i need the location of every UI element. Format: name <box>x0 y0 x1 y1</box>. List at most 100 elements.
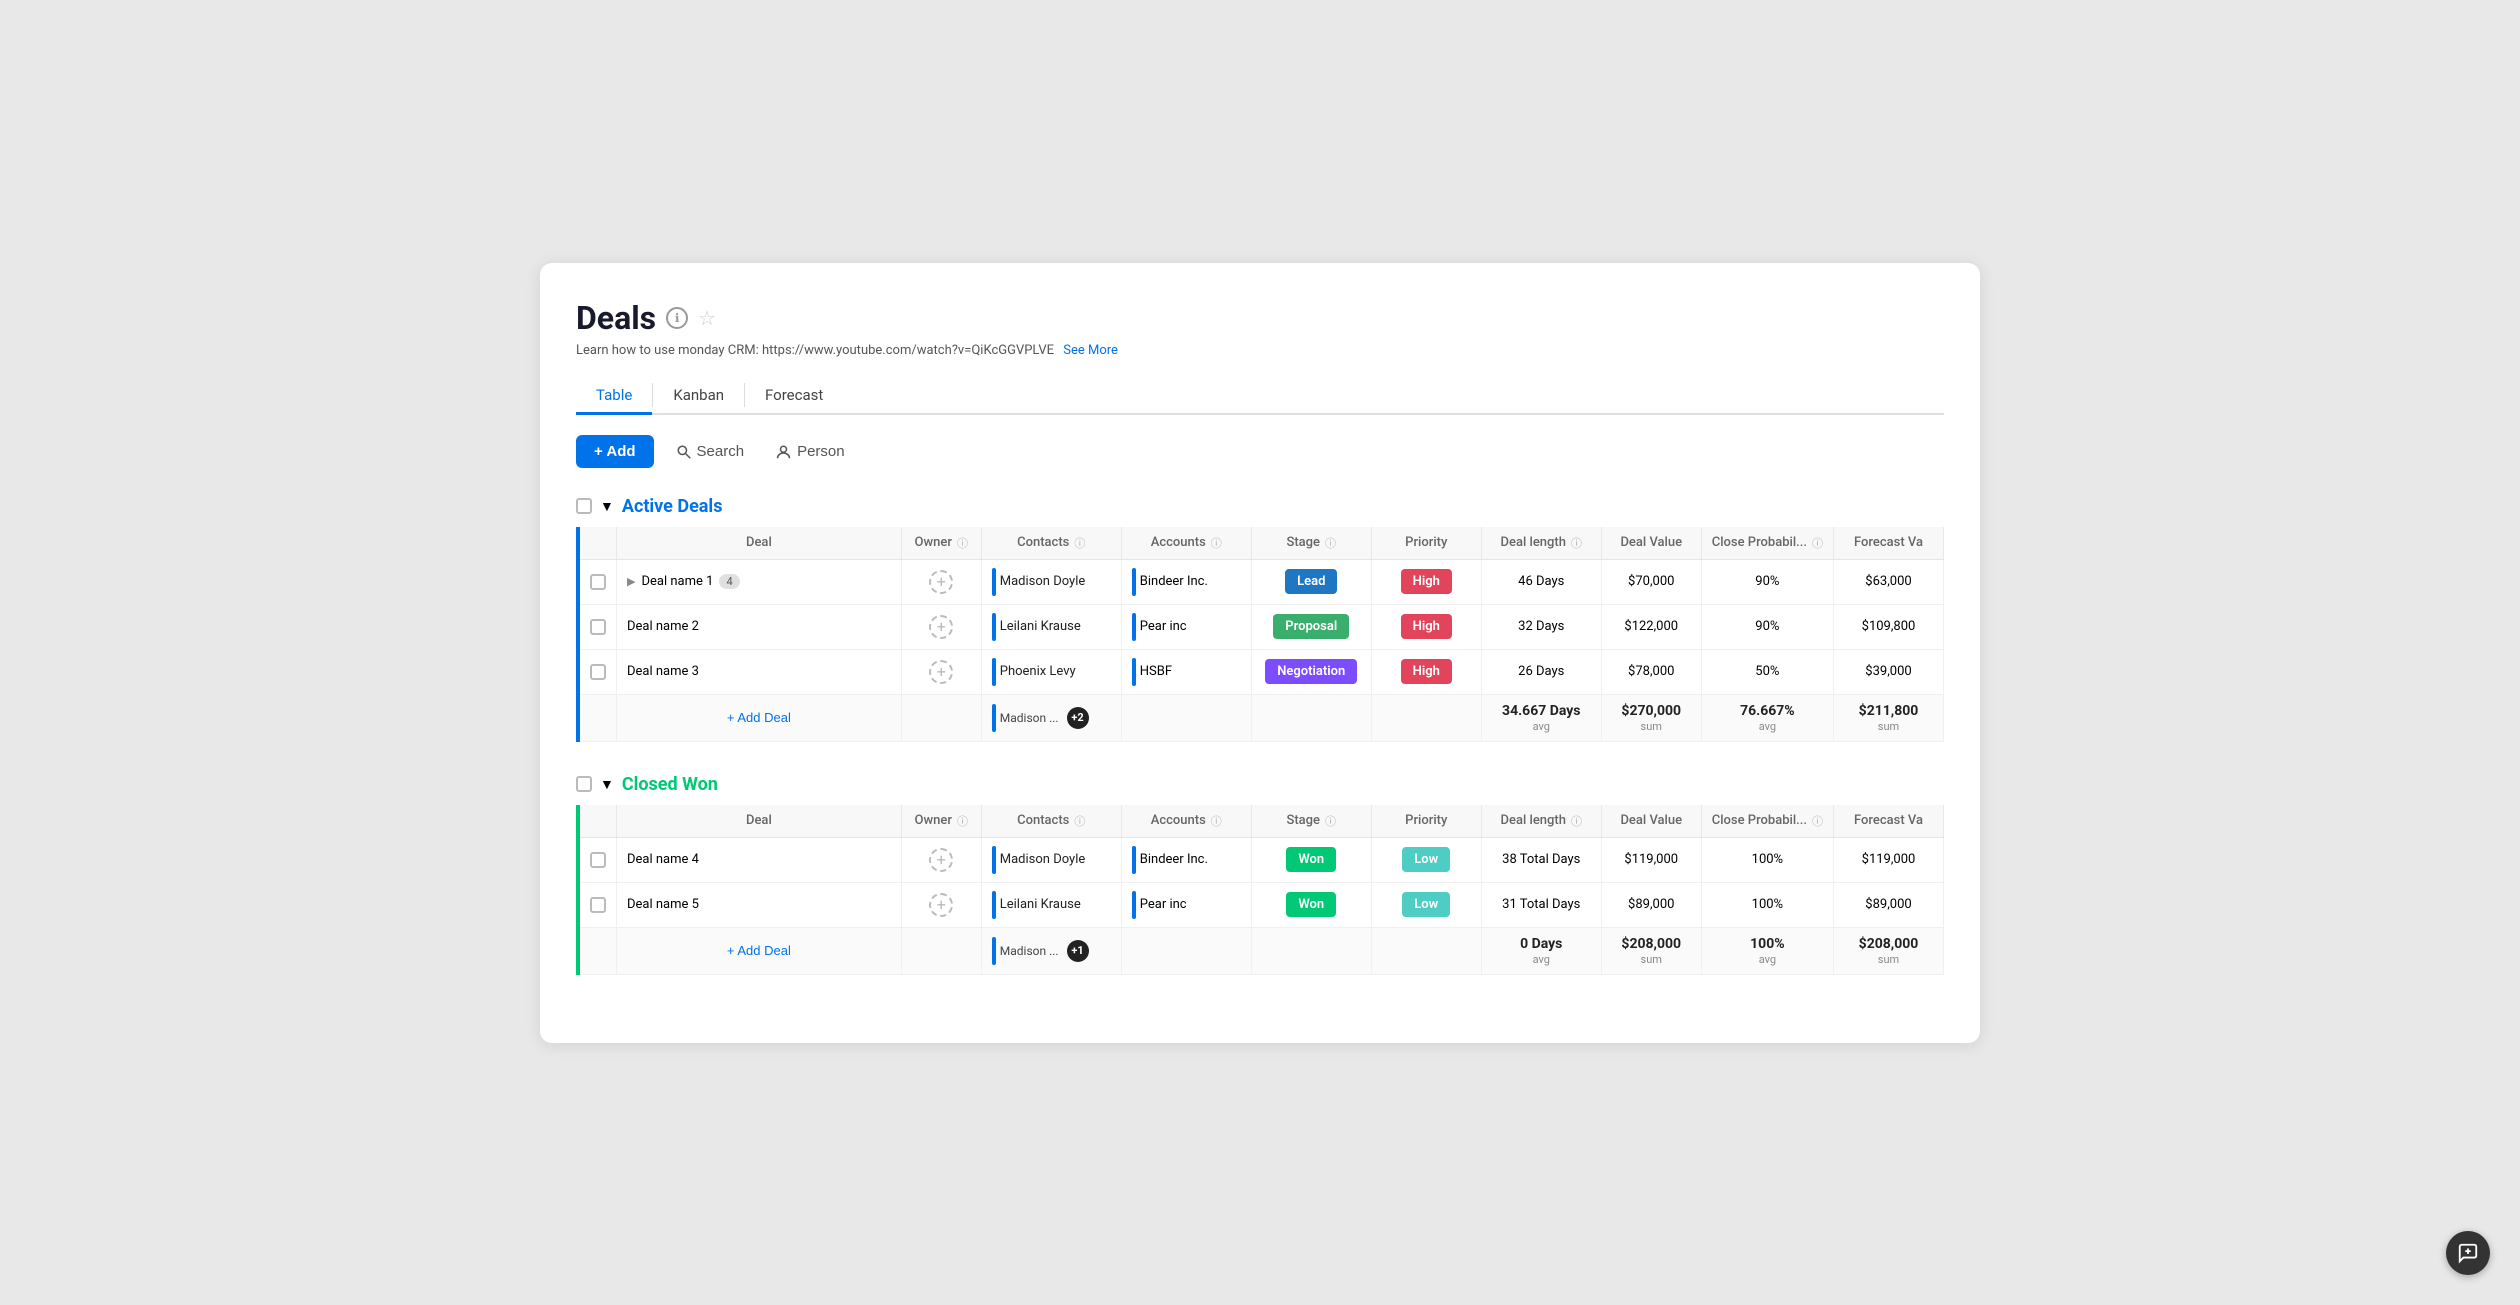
row-check[interactable] <box>578 649 617 694</box>
summary-check <box>578 694 617 741</box>
row-stage: Negotiation <box>1251 649 1371 694</box>
row-length: 46 Days <box>1481 559 1601 604</box>
summary-value: $270,000 sum <box>1601 694 1701 741</box>
th-prob-won: Close Probabil... ⓘ <box>1701 805 1833 838</box>
th-length-active: Deal length ⓘ <box>1481 527 1601 560</box>
closed-won-header-row: Deal Owner ⓘ Contacts ⓘ Accounts ⓘ Stage… <box>578 805 1944 838</box>
row-check[interactable] <box>578 559 617 604</box>
table-row: Deal name 4 + Madison Doyle <box>578 837 1944 882</box>
active-deals-chevron[interactable]: ▼ <box>600 498 614 515</box>
tab-forecast[interactable]: Forecast <box>745 378 843 415</box>
summary-contacts: Madison ... +1 <box>981 927 1121 974</box>
row-priority: High <box>1371 559 1481 604</box>
summary-forecast: $211,800 sum <box>1834 694 1944 741</box>
expand-icon[interactable]: ▶ <box>627 575 635 588</box>
summary-add-deal[interactable]: + Add Deal <box>617 927 902 974</box>
toolbar: + Add Search Person <box>576 435 1944 468</box>
row-forecast: $109,800 <box>1834 604 1944 649</box>
add-owner-btn[interactable]: + <box>929 615 953 639</box>
summary-owner-empty <box>901 927 981 974</box>
summary-priority-empty <box>1371 927 1481 974</box>
active-deals-section: ▼ Active Deals Deal Owner ⓘ Contacts ⓘ A… <box>576 496 1944 742</box>
contact-bar <box>992 891 996 919</box>
th-check-active <box>578 527 617 560</box>
summary-stage-empty <box>1251 927 1371 974</box>
row-priority: High <box>1371 649 1481 694</box>
tab-kanban[interactable]: Kanban <box>653 378 744 415</box>
see-more-link[interactable]: See More <box>1063 343 1118 358</box>
summary-value: $208,000 sum <box>1601 927 1701 974</box>
active-deals-summary-row: + Add Deal Madison ... +2 34.66 <box>578 694 1944 741</box>
th-prob-active: Close Probabil... ⓘ <box>1701 527 1833 560</box>
row-length: 31 Total Days <box>1481 882 1601 927</box>
table-row: ▶ Deal name 1 4 + Madison Doyle <box>578 559 1944 604</box>
row-owner: + <box>901 559 981 604</box>
th-priority-active: Priority <box>1371 527 1481 560</box>
account-bar <box>1132 658 1136 686</box>
row-prob: 100% <box>1701 882 1833 927</box>
add-owner-btn[interactable]: + <box>929 570 953 594</box>
summary-prob: 100% avg <box>1701 927 1833 974</box>
row-forecast: $63,000 <box>1834 559 1944 604</box>
active-deals-checkbox[interactable] <box>576 498 592 514</box>
row-stage: Won <box>1251 882 1371 927</box>
closed-won-table: Deal Owner ⓘ Contacts ⓘ Accounts ⓘ Stage… <box>576 805 1944 975</box>
row-value: $89,000 <box>1601 882 1701 927</box>
row-check[interactable] <box>578 882 617 927</box>
row-check[interactable] <box>578 604 617 649</box>
row-deal-name: Deal name 3 <box>617 649 902 694</box>
th-deal-active: Deal <box>617 527 902 560</box>
add-button[interactable]: + Add <box>576 435 654 468</box>
person-icon <box>776 444 791 459</box>
feedback-icon <box>2457 1242 2479 1264</box>
row-value: $78,000 <box>1601 649 1701 694</box>
add-deal-button-won[interactable]: + Add Deal <box>727 941 791 960</box>
account-bar <box>1132 568 1136 596</box>
table-row: Deal name 3 + Phoenix Levy <box>578 649 1944 694</box>
row-prob: 90% <box>1701 604 1833 649</box>
summary-stage-empty <box>1251 694 1371 741</box>
page-title: Deals <box>576 299 656 337</box>
add-deal-button-active[interactable]: + Add Deal <box>727 708 791 727</box>
summary-forecast: $208,000 sum <box>1834 927 1944 974</box>
row-length: 26 Days <box>1481 649 1601 694</box>
closed-won-title: Closed Won <box>622 774 718 795</box>
row-check[interactable] <box>578 837 617 882</box>
person-button[interactable]: Person <box>766 437 855 466</box>
account-bar <box>1132 891 1136 919</box>
tab-table[interactable]: Table <box>576 378 652 415</box>
row-stage: Proposal <box>1251 604 1371 649</box>
account-bar <box>1132 613 1136 641</box>
closed-won-checkbox[interactable] <box>576 776 592 792</box>
star-icon[interactable]: ☆ <box>698 306 716 330</box>
row-value: $119,000 <box>1601 837 1701 882</box>
closed-won-chevron[interactable]: ▼ <box>600 776 614 793</box>
search-button[interactable]: Search <box>666 437 755 466</box>
th-priority-won: Priority <box>1371 805 1481 838</box>
add-owner-btn[interactable]: + <box>929 893 953 917</box>
main-card: Deals ℹ ☆ Learn how to use monday CRM: h… <box>540 263 1980 1043</box>
closed-won-header: ▼ Closed Won <box>576 774 1944 795</box>
active-deals-table: Deal Owner ⓘ Contacts ⓘ Accounts ⓘ Stage… <box>576 527 1944 742</box>
summary-prob: 76.667% avg <box>1701 694 1833 741</box>
active-deals-header-row: Deal Owner ⓘ Contacts ⓘ Accounts ⓘ Stage… <box>578 527 1944 560</box>
title-row: Deals ℹ ☆ <box>576 299 1944 337</box>
feedback-button[interactable] <box>2446 1231 2490 1275</box>
summary-owner-empty <box>901 694 981 741</box>
summary-add-deal[interactable]: + Add Deal <box>617 694 902 741</box>
add-owner-btn[interactable]: + <box>929 848 953 872</box>
row-length: 38 Total Days <box>1481 837 1601 882</box>
add-owner-btn[interactable]: + <box>929 660 953 684</box>
row-contacts: Madison Doyle <box>981 837 1121 882</box>
th-accounts-active: Accounts ⓘ <box>1121 527 1251 560</box>
row-contacts: Phoenix Levy <box>981 649 1121 694</box>
row-deal-name: Deal name 5 <box>617 882 902 927</box>
th-length-won: Deal length ⓘ <box>1481 805 1601 838</box>
summary-check <box>578 927 617 974</box>
row-owner: + <box>901 649 981 694</box>
th-forecast-won: Forecast Va <box>1834 805 1944 838</box>
row-priority: Low <box>1371 837 1481 882</box>
summary-length: 0 Days avg <box>1481 927 1601 974</box>
contact-bar <box>992 568 996 596</box>
info-icon[interactable]: ℹ <box>666 307 688 329</box>
